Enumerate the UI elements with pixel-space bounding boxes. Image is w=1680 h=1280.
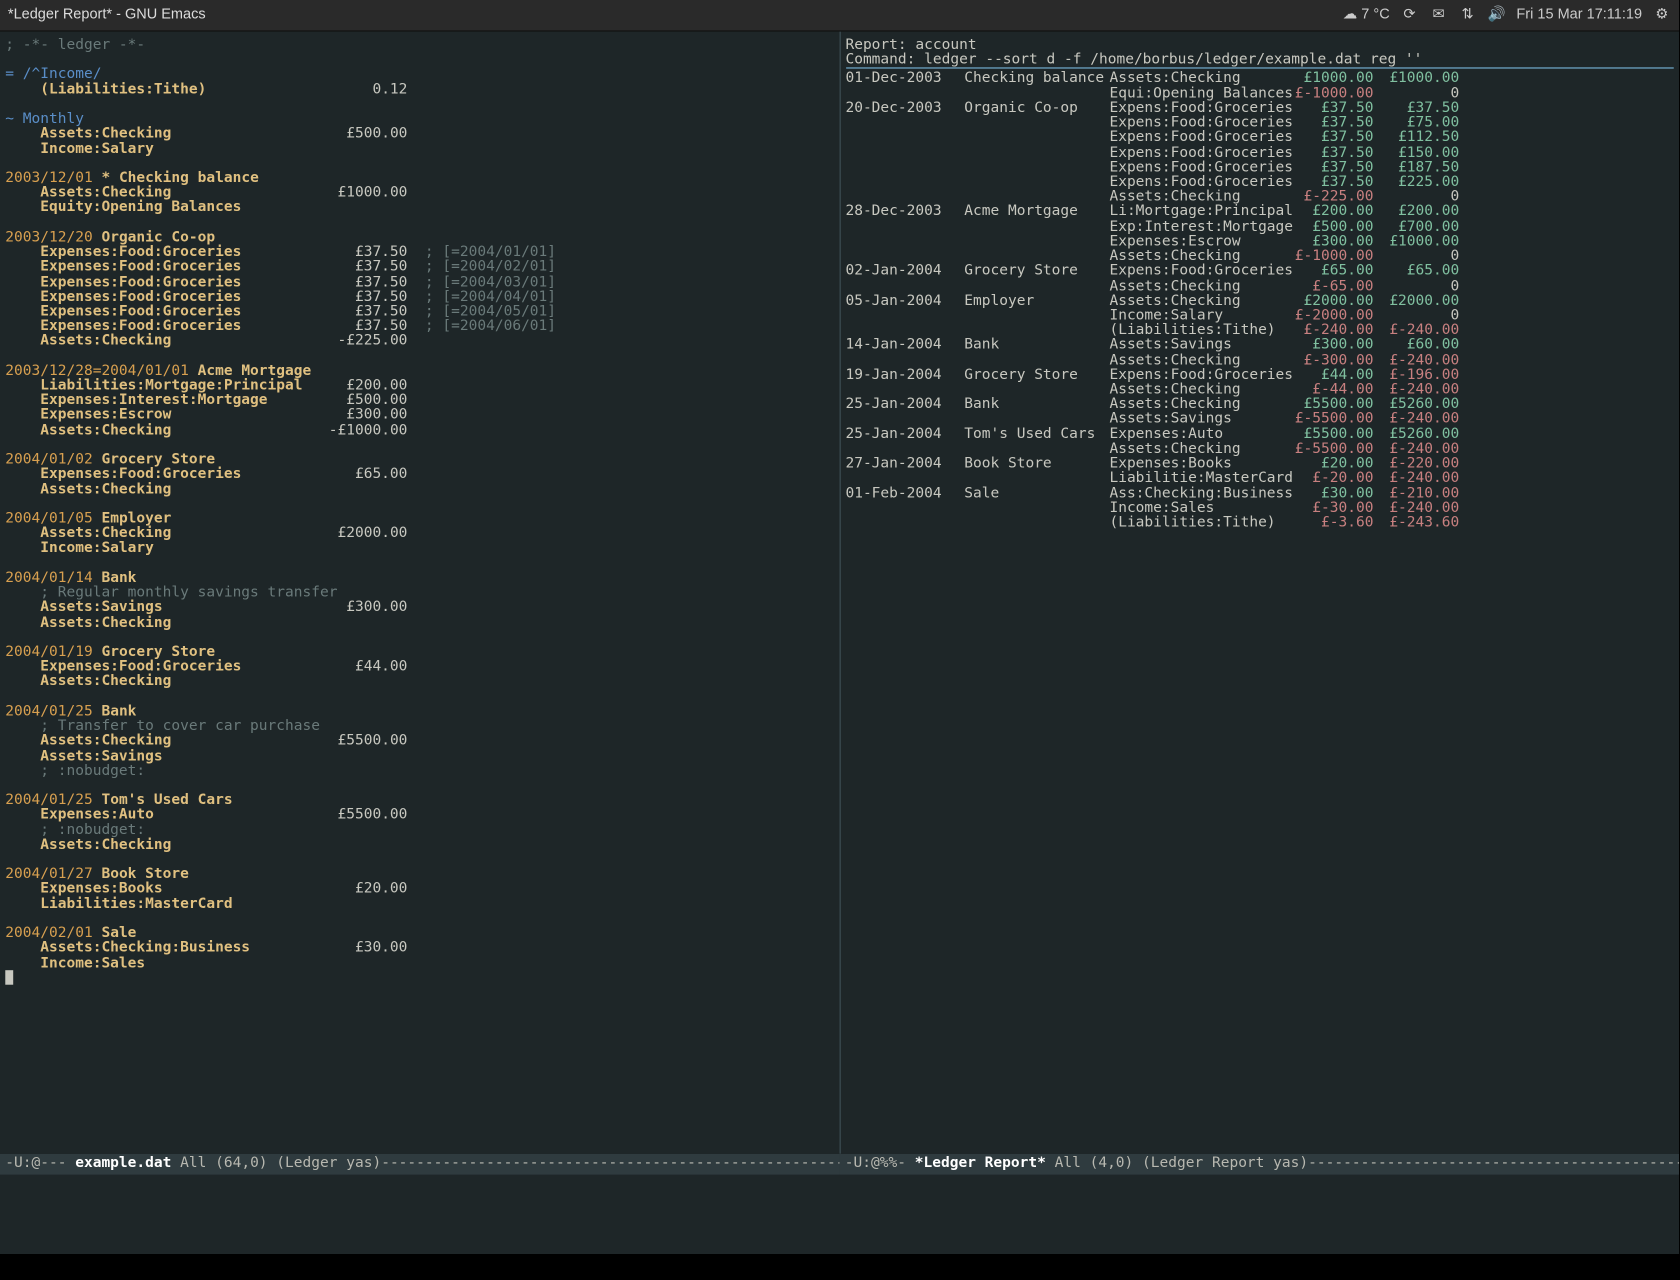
weather-indicator[interactable]: ☁ 7 °C bbox=[1343, 8, 1390, 23]
volume-icon[interactable]: 🔊 bbox=[1487, 8, 1505, 23]
system-tray: ☁ 7 °C ⟳ ✉ ⇅ 🔊 Fri 15 Mar 17:11:19 ⚙ bbox=[1343, 8, 1671, 23]
source-line bbox=[5, 96, 833, 111]
report-row: 05-Jan-2004EmployerAssets:Checking£2000.… bbox=[845, 293, 1673, 308]
right-pane-ledger-report[interactable]: Report: account Command: ledger --sort d… bbox=[839, 32, 1679, 1154]
report-row: Expens:Food:Groceries£37.50£112.50 bbox=[845, 130, 1673, 145]
minibuffer[interactable] bbox=[0, 1175, 1679, 1254]
report-row: Exp:Interest:Mortgage£500.00£700.00 bbox=[845, 219, 1673, 234]
source-line bbox=[5, 52, 833, 67]
source-line: Income:Sales bbox=[5, 955, 833, 970]
settings-gear-icon[interactable]: ⚙ bbox=[1653, 8, 1671, 23]
report-command: Command: ledger --sort d -f /home/borbus… bbox=[845, 52, 1673, 67]
refresh-icon[interactable]: ⟳ bbox=[1400, 8, 1418, 23]
source-line: ; -*- ledger -*- bbox=[5, 37, 833, 52]
modeline-row: -U:@--- example.dat All (64,0) (Ledger y… bbox=[0, 1154, 1679, 1175]
source-line: Assets:Checking bbox=[5, 674, 833, 689]
report-row: 01-Dec-2003Checking balanceAssets:Checki… bbox=[845, 71, 1673, 86]
source-line: Assets:Checking -£225.00 bbox=[5, 333, 833, 348]
report-row: Equi:Opening Balances£-1000.000 bbox=[845, 85, 1673, 100]
report-row: (Liabilities:Tithe)£-3.60£-243.60 bbox=[845, 515, 1673, 530]
report-row: Assets:Checking£-300.00£-240.00 bbox=[845, 352, 1673, 367]
report-row: 14-Jan-2004BankAssets:Savings£300.00£60.… bbox=[845, 337, 1673, 352]
report-row: Assets:Savings£-5500.00£-240.00 bbox=[845, 411, 1673, 426]
source-line: Assets:Checking bbox=[5, 615, 833, 630]
source-line: ; :nobudget: bbox=[5, 763, 833, 778]
emacs-frame: ; -*- ledger -*- = /^Income/ (Liabilitie… bbox=[0, 32, 1679, 1154]
report-row: Expenses:Escrow£300.00£1000.00 bbox=[845, 233, 1673, 248]
report-row: Liabilitie:MasterCard£-20.00£-240.00 bbox=[845, 470, 1673, 485]
modeline-right[interactable]: -U:@%%- *Ledger Report* All (4,0) (Ledge… bbox=[840, 1154, 1680, 1175]
clock[interactable]: Fri 15 Mar 17:11:19 bbox=[1516, 8, 1642, 23]
source-line: Equity:Opening Balances bbox=[5, 200, 833, 215]
source-line: (Liabilities:Tithe) 0.12 bbox=[5, 81, 833, 96]
source-line: Assets:Checking -£1000.00 bbox=[5, 422, 833, 437]
source-line: Income:Salary bbox=[5, 141, 833, 156]
source-line: Income:Salary bbox=[5, 540, 833, 555]
source-line: Assets:Checking bbox=[5, 481, 833, 496]
window-title: *Ledger Report* - GNU Emacs bbox=[8, 8, 206, 23]
report-row: 25-Jan-2004Tom's Used CarsExpenses:Auto£… bbox=[845, 426, 1673, 441]
network-icon[interactable]: ⇅ bbox=[1458, 8, 1476, 23]
report-row: 25-Jan-2004BankAssets:Checking£5500.00£5… bbox=[845, 396, 1673, 411]
report-row: Expens:Food:Groceries£37.50£150.00 bbox=[845, 145, 1673, 160]
source-line: Liabilities:MasterCard bbox=[5, 896, 833, 911]
mail-icon[interactable]: ✉ bbox=[1429, 8, 1447, 23]
modeline-left[interactable]: -U:@--- example.dat All (64,0) (Ledger y… bbox=[0, 1154, 840, 1175]
cursor bbox=[5, 970, 833, 985]
report-row: 02-Jan-2004Grocery StoreExpens:Food:Groc… bbox=[845, 263, 1673, 278]
report-row: 01-Feb-2004SaleAss:Checking:Business£30.… bbox=[845, 485, 1673, 500]
report-row: Assets:Checking£-65.000 bbox=[845, 278, 1673, 293]
left-pane-ledger-source[interactable]: ; -*- ledger -*- = /^Income/ (Liabilitie… bbox=[0, 32, 839, 1154]
report-row: 28-Dec-2003Acme MortgageLi:Mortgage:Prin… bbox=[845, 204, 1673, 219]
titlebar: *Ledger Report* - GNU Emacs ☁ 7 °C ⟳ ✉ ⇅… bbox=[0, 0, 1679, 32]
report-row: 19-Jan-2004Grocery StoreExpens:Food:Groc… bbox=[845, 367, 1673, 382]
source-line: Assets:Checking bbox=[5, 837, 833, 852]
modeline-left-filename: example.dat bbox=[75, 1154, 171, 1171]
report-row: Expens:Food:Groceries£37.50£225.00 bbox=[845, 174, 1673, 189]
modeline-right-buffer: *Ledger Report* bbox=[915, 1154, 1046, 1171]
